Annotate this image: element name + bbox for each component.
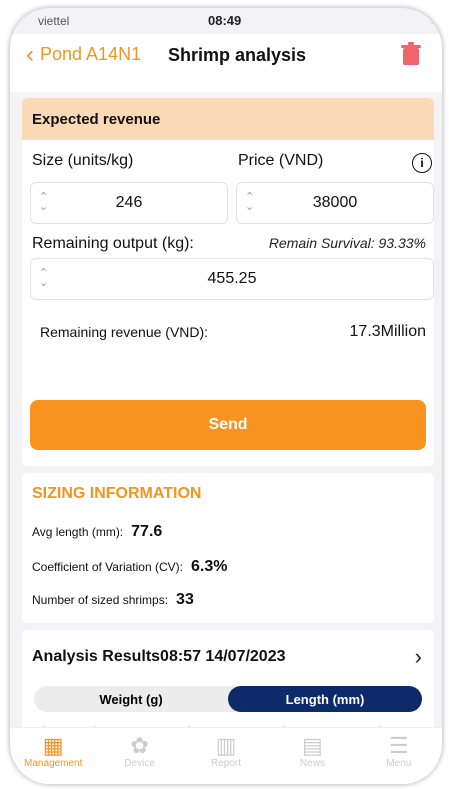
back-button[interactable]: ‹ Pond A14N1: [26, 40, 142, 68]
avg-length-value: 77.6: [131, 523, 163, 540]
battery-icon: ◔: [428, 13, 436, 27]
chevron-right-icon[interactable]: ›: [415, 644, 422, 670]
sizing-title: SIZING INFORMATION: [32, 485, 202, 502]
nav-bar: ‹ Pond A14N1 Shrimp analysis: [10, 34, 442, 92]
phone-screen: viettel 08:49 ◔ ‹ Pond A14N1 Shrimp anal…: [10, 8, 442, 784]
fan-icon: ✿: [130, 733, 149, 758]
carrier-label: viettel: [38, 14, 70, 28]
tab-management[interactable]: ▦ Management: [10, 728, 96, 784]
chevron-left-icon: ‹: [26, 40, 34, 68]
avg-length-label: Avg length (mm):: [32, 525, 124, 539]
remaining-output-input[interactable]: ⌃ ⌄ 455.25: [30, 258, 434, 300]
news-icon: ▤: [302, 733, 323, 758]
tab-news[interactable]: ▤ News: [269, 728, 355, 784]
tab-weight[interactable]: Weight (g): [34, 686, 228, 712]
trash-icon[interactable]: [400, 42, 422, 66]
cv-row: Coefficient of Variation (CV): 6.3%: [32, 558, 227, 576]
size-label: Size (units/kg): [32, 152, 134, 169]
remaining-revenue-label: Remaining revenue (VND):: [40, 324, 209, 340]
cv-value: 6.3%: [190, 558, 228, 575]
avg-length-row: Avg length (mm): 77.6: [32, 523, 162, 541]
expected-revenue-card: Expected revenue Size (units/kg) Price (…: [22, 98, 434, 466]
analysis-results-title: Analysis Results08:57 14/07/2023: [32, 648, 286, 665]
tab-device[interactable]: ✿ Device: [96, 728, 182, 784]
grid-icon: ▦: [42, 733, 64, 758]
bottom-tab-bar: ▦ Management ✿ Device ▥ Report ▤ News ☰ …: [10, 727, 442, 784]
tab-label: Device: [124, 758, 155, 769]
status-time: 08:49: [208, 13, 242, 28]
page-title: Shrimp analysis: [168, 45, 307, 65]
tab-report[interactable]: ▥ Report: [183, 728, 269, 784]
remaining-output-label: Remaining output (kg):: [32, 235, 194, 252]
price-input[interactable]: ⌃ ⌄ 38000: [236, 182, 434, 224]
menu-icon: ☰: [388, 733, 409, 758]
size-value: 246: [115, 194, 143, 211]
tab-length[interactable]: Length (mm): [228, 686, 422, 712]
tab-label: Report: [211, 758, 242, 769]
metric-toggle: Weight (g) Length (mm): [34, 686, 422, 712]
send-button[interactable]: Send: [30, 400, 426, 450]
tab-menu[interactable]: ☰ Menu: [356, 728, 442, 784]
remaining-revenue-value: 17.3Million: [349, 323, 426, 340]
size-input[interactable]: ⌃ ⌄ 246: [30, 182, 228, 224]
remain-survival-text: Remain Survival: 93.33%: [268, 235, 426, 251]
cv-label: Coefficient of Variation (CV):: [32, 560, 183, 574]
tab-label: Management: [24, 758, 83, 769]
tab-label: News: [299, 758, 325, 769]
expected-revenue-header: Expected revenue: [22, 98, 434, 140]
remaining-output-value: 455.25: [207, 270, 257, 287]
back-label: Pond A14N1: [40, 44, 142, 64]
sizing-info-card: SIZING INFORMATION Avg length (mm): 77.6…: [22, 473, 434, 623]
sized-count-value: 33: [176, 591, 194, 608]
status-bar: viettel 08:49 ◔: [10, 8, 442, 34]
price-value: 38000: [312, 194, 358, 211]
sized-count-label: Number of sized shrimps:: [32, 593, 169, 607]
bar-chart-icon: ▥: [215, 733, 237, 758]
tab-label: Menu: [386, 758, 412, 769]
sized-count-row: Number of sized shrimps: 33: [32, 591, 194, 609]
info-icon[interactable]: i: [412, 153, 432, 173]
price-label: Price (VND): [238, 152, 324, 169]
